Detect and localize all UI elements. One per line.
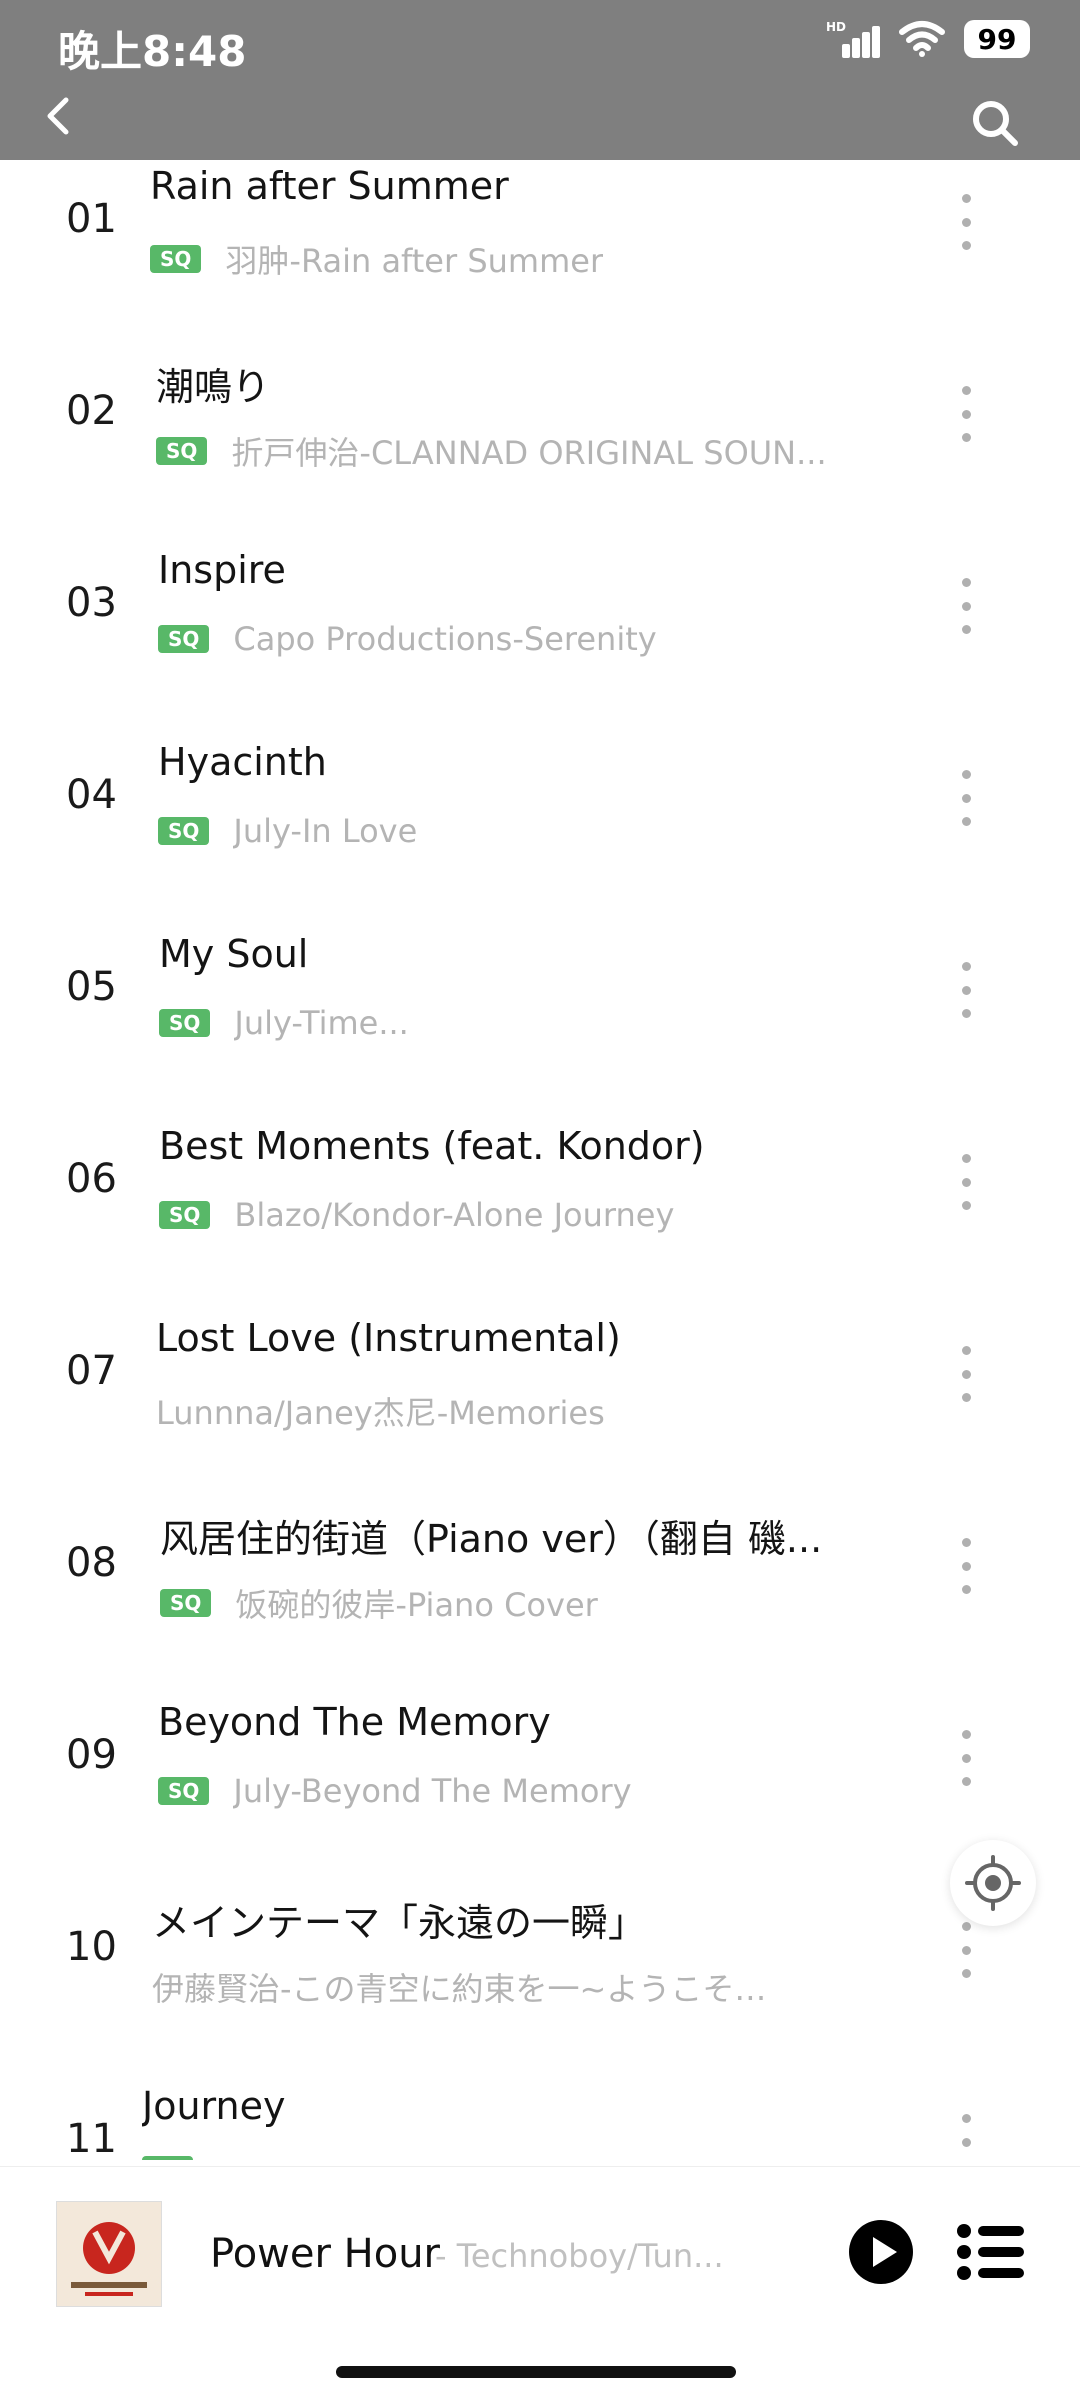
track-subtitle-row: Lunnna/Janey杰尼-Memories <box>156 1388 605 1434</box>
track-title: Best Moments (feat. Kondor) <box>159 1124 705 1168</box>
track-row[interactable]: 09 Beyond The Memory SQ July-Beyond The … <box>0 1696 1080 1888</box>
track-title: Journey <box>142 2084 286 2128</box>
sq-badge: SQ <box>159 1201 211 1229</box>
track-subtitle-row: SQ <box>142 2156 217 2160</box>
track-subtitle: Blazo/Kondor-Alone Journey <box>234 1196 675 1234</box>
mini-player[interactable]: Power Hour - Technoboy/Tun... <box>0 2166 1080 2337</box>
play-icon[interactable] <box>848 2219 914 2285</box>
track-row[interactable]: 05 My Soul SQ July-Time... <box>0 928 1080 1120</box>
track-title: 风居住的街道（Piano ver）（翻自 磯... <box>160 1517 823 1561</box>
track-title: Beyond The Memory <box>158 1700 551 1744</box>
sq-badge: SQ <box>158 817 210 845</box>
track-number: 03 <box>66 580 117 626</box>
track-subtitle: July-Beyond The Memory <box>233 1772 632 1810</box>
track-subtitle-row: SQ July-In Love <box>158 812 417 850</box>
locate-icon <box>965 1855 1021 1911</box>
track-number: 07 <box>66 1348 117 1394</box>
back-arrow-icon[interactable] <box>40 96 80 136</box>
track-subtitle-row: SQ July-Beyond The Memory <box>158 1772 632 1810</box>
more-options-icon[interactable] <box>958 770 974 826</box>
top-bar: 晚上8:48 HD 99 <box>0 0 1080 160</box>
track-number: 08 <box>66 1540 117 1586</box>
track-subtitle: 伊藤賢治-この青空に約束を一~ようこそつぐ... <box>152 1970 792 2008</box>
more-options-icon[interactable] <box>958 2114 974 2160</box>
wifi-icon <box>899 21 945 57</box>
track-row[interactable]: 04 Hyacinth SQ July-In Love <box>0 736 1080 928</box>
track-subtitle-row: SQ Blazo/Kondor-Alone Journey <box>159 1196 674 1234</box>
track-subtitle: Lunnna/Janey杰尼-Memories <box>156 1394 605 1432</box>
track-row[interactable]: 10 メインテーマ「永遠の一瞬」 伊藤賢治-この青空に約束を一~ようこそつぐ..… <box>0 1888 1080 2080</box>
track-row[interactable]: 07 Lost Love (Instrumental) Lunnna/Janey… <box>0 1312 1080 1504</box>
now-playing-title: Power Hour <box>210 2231 440 2277</box>
status-icons: HD 99 <box>826 18 1030 60</box>
sq-badge: SQ <box>159 1009 211 1037</box>
track-subtitle: 饭碗的彼岸-Piano Cover <box>235 1586 598 1624</box>
track-row[interactable]: 06 Best Moments (feat. Kondor) SQ Blazo/… <box>0 1120 1080 1312</box>
sq-badge: SQ <box>158 625 210 653</box>
track-title: Lost Love (Instrumental) <box>156 1316 621 1360</box>
sq-badge: SQ <box>156 437 208 465</box>
home-indicator[interactable] <box>336 2366 736 2378</box>
track-number: 04 <box>66 772 117 818</box>
track-number: 10 <box>66 1924 117 1970</box>
track-subtitle-row: 伊藤賢治-この青空に約束を一~ようこそつぐ... <box>152 1964 792 2010</box>
signal-icon: HD <box>826 18 880 60</box>
sq-badge: SQ <box>142 2156 194 2160</box>
sq-badge: SQ <box>158 1777 210 1805</box>
track-subtitle-row: SQ Capo Productions-Serenity <box>158 620 657 658</box>
track-title: Rain after Summer <box>150 164 509 208</box>
track-title: 潮鳴り <box>156 365 271 409</box>
track-title: My Soul <box>159 932 309 976</box>
more-options-icon[interactable] <box>958 1538 974 1594</box>
track-subtitle: 折戸伸治-CLANNAD ORIGINAL SOUN... <box>231 434 827 472</box>
more-options-icon[interactable] <box>958 1922 974 1978</box>
track-subtitle: July-In Love <box>233 812 418 850</box>
album-art-image <box>57 2202 161 2306</box>
locate-current-track-button[interactable] <box>950 1840 1036 1926</box>
track-row[interactable]: 01 Rain after Summer SQ 羽肿-Rain after Su… <box>0 160 1080 352</box>
more-options-icon[interactable] <box>958 962 974 1018</box>
track-title: Hyacinth <box>158 740 327 784</box>
sq-badge: SQ <box>160 1589 212 1617</box>
track-subtitle: July-Time... <box>234 1004 409 1042</box>
track-subtitle-row: SQ 羽肿-Rain after Summer <box>150 236 603 282</box>
track-list: 01 Rain after Summer SQ 羽肿-Rain after Su… <box>0 160 1080 2160</box>
sq-badge: SQ <box>150 245 202 273</box>
track-row[interactable]: 02 潮鳴り SQ 折戸伸治-CLANNAD ORIGINAL SOUN... <box>0 352 1080 544</box>
track-number: 01 <box>66 196 117 242</box>
track-title: Inspire <box>158 548 286 592</box>
track-subtitle: 羽肿-Rain after Summer <box>225 242 604 280</box>
track-row[interactable]: 08 风居住的街道（Piano ver）（翻自 磯... SQ 饭碗的彼岸-Pi… <box>0 1504 1080 1696</box>
battery-indicator: 99 <box>964 20 1030 58</box>
status-time: 晚上8:48 <box>58 27 247 76</box>
track-subtitle-row: SQ 折戸伸治-CLANNAD ORIGINAL SOUN... <box>156 428 827 474</box>
track-number: 09 <box>66 1732 117 1778</box>
album-art[interactable] <box>56 2201 162 2307</box>
more-options-icon[interactable] <box>958 1730 974 1786</box>
more-options-icon[interactable] <box>958 1154 974 1210</box>
track-subtitle-row: SQ 饭碗的彼岸-Piano Cover <box>160 1580 598 1626</box>
track-title: メインテーマ「永遠の一瞬」 <box>152 1901 647 1945</box>
track-number: 11 <box>66 2116 117 2160</box>
track-number: 02 <box>66 388 117 434</box>
track-subtitle-row: SQ July-Time... <box>159 1004 409 1042</box>
more-options-icon[interactable] <box>958 1346 974 1402</box>
playlist-icon[interactable] <box>956 2223 1026 2281</box>
track-number: 06 <box>66 1156 117 1202</box>
track-row[interactable]: 03 Inspire SQ Capo Productions-Serenity <box>0 544 1080 736</box>
more-options-icon[interactable] <box>958 578 974 634</box>
track-row[interactable]: 11 Journey SQ <box>0 2080 1080 2160</box>
more-options-icon[interactable] <box>958 386 974 442</box>
track-subtitle: Capo Productions-Serenity <box>233 620 657 658</box>
track-number: 05 <box>66 964 117 1010</box>
more-options-icon[interactable] <box>958 194 974 250</box>
network-label: HD <box>826 20 847 34</box>
now-playing-artist: - Technoboy/Tun... <box>435 2237 724 2275</box>
search-icon[interactable] <box>970 98 1020 148</box>
